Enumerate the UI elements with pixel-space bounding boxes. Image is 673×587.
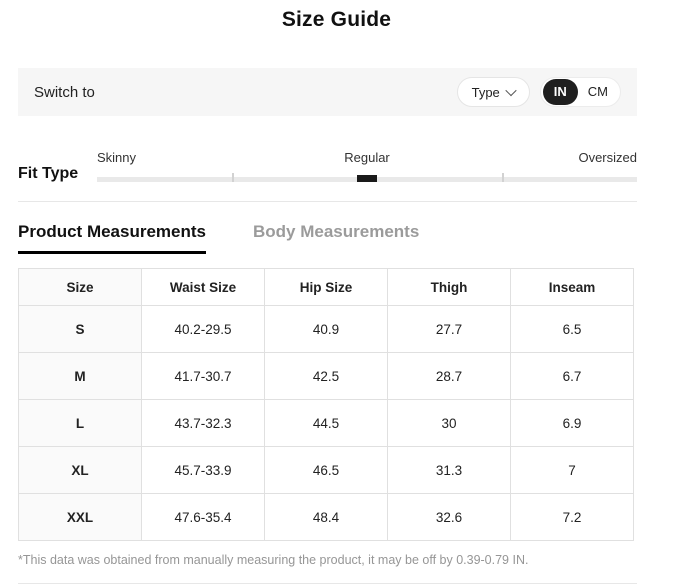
tab-product-measurements[interactable]: Product Measurements	[18, 222, 206, 254]
table-header-cell: Waist Size	[142, 269, 265, 306]
fit-type-track[interactable]	[97, 173, 637, 182]
type-dropdown-label: Type	[472, 85, 500, 100]
value-cell: 7.2	[511, 494, 634, 541]
bottom-divider	[18, 583, 637, 584]
fit-type-label: Fit Type	[18, 165, 97, 183]
table-header-cell: Thigh	[388, 269, 511, 306]
value-cell: 6.7	[511, 353, 634, 400]
value-cell: 7	[511, 447, 634, 494]
fit-type-slider[interactable]: Skinny Regular Oversized	[97, 150, 637, 182]
type-dropdown[interactable]: Type	[457, 77, 530, 107]
fit-option-oversized[interactable]: Oversized	[578, 150, 637, 165]
table-row: M41.7-30.742.528.76.7	[19, 353, 634, 400]
value-cell: 32.6	[388, 494, 511, 541]
unit-option-cm[interactable]: CM	[578, 79, 618, 105]
value-cell: 6.5	[511, 306, 634, 353]
fit-option-regular[interactable]: Regular	[344, 150, 390, 165]
fit-type-tick	[502, 173, 504, 182]
switch-to-label: Switch to	[34, 84, 95, 101]
value-cell: 46.5	[265, 447, 388, 494]
measurements-table: SizeWaist SizeHip SizeThighInseam S40.2-…	[18, 268, 634, 541]
switch-controls: Type IN CM	[457, 77, 621, 107]
value-cell: 43.7-32.3	[142, 400, 265, 447]
value-cell: 47.6-35.4	[142, 494, 265, 541]
size-guide-panel: Size Guide Switch to Type IN CM Fit Type…	[0, 8, 673, 584]
fit-type-section: Fit Type Skinny Regular Oversized	[18, 150, 637, 182]
value-cell: 40.2-29.5	[142, 306, 265, 353]
fit-type-options: Skinny Regular Oversized	[97, 150, 637, 166]
fit-type-indicator[interactable]	[357, 175, 377, 182]
table-header-cell: Inseam	[511, 269, 634, 306]
tab-body-measurements[interactable]: Body Measurements	[253, 222, 419, 254]
value-cell: 45.7-33.9	[142, 447, 265, 494]
chevron-down-icon	[505, 85, 516, 96]
table-header-cell: Hip Size	[265, 269, 388, 306]
value-cell: 28.7	[388, 353, 511, 400]
table-header-row: SizeWaist SizeHip SizeThighInseam	[19, 269, 634, 306]
table-header: SizeWaist SizeHip SizeThighInseam	[19, 269, 634, 306]
table-body: S40.2-29.540.927.76.5M41.7-30.742.528.76…	[19, 306, 634, 541]
measurement-tabs: Product Measurements Body Measurements	[18, 222, 637, 254]
size-cell: L	[19, 400, 142, 447]
value-cell: 44.5	[265, 400, 388, 447]
size-cell: M	[19, 353, 142, 400]
size-cell: XL	[19, 447, 142, 494]
value-cell: 48.4	[265, 494, 388, 541]
fit-type-tick	[232, 173, 234, 182]
value-cell: 30	[388, 400, 511, 447]
table-row: XXL47.6-35.448.432.67.2	[19, 494, 634, 541]
unit-toggle[interactable]: IN CM	[540, 77, 621, 107]
value-cell: 41.7-30.7	[142, 353, 265, 400]
fit-option-skinny[interactable]: Skinny	[97, 150, 136, 165]
size-cell: XXL	[19, 494, 142, 541]
page-title: Size Guide	[0, 8, 673, 32]
section-divider	[18, 201, 637, 202]
table-row: XL45.7-33.946.531.37	[19, 447, 634, 494]
unit-option-in[interactable]: IN	[543, 79, 578, 105]
switch-bar: Switch to Type IN CM	[18, 68, 637, 116]
value-cell: 31.3	[388, 447, 511, 494]
value-cell: 27.7	[388, 306, 511, 353]
value-cell: 6.9	[511, 400, 634, 447]
value-cell: 42.5	[265, 353, 388, 400]
table-row: S40.2-29.540.927.76.5	[19, 306, 634, 353]
value-cell: 40.9	[265, 306, 388, 353]
table-row: L43.7-32.344.5306.9	[19, 400, 634, 447]
table-header-cell: Size	[19, 269, 142, 306]
footnote: *This data was obtained from manually me…	[18, 553, 637, 567]
size-cell: S	[19, 306, 142, 353]
